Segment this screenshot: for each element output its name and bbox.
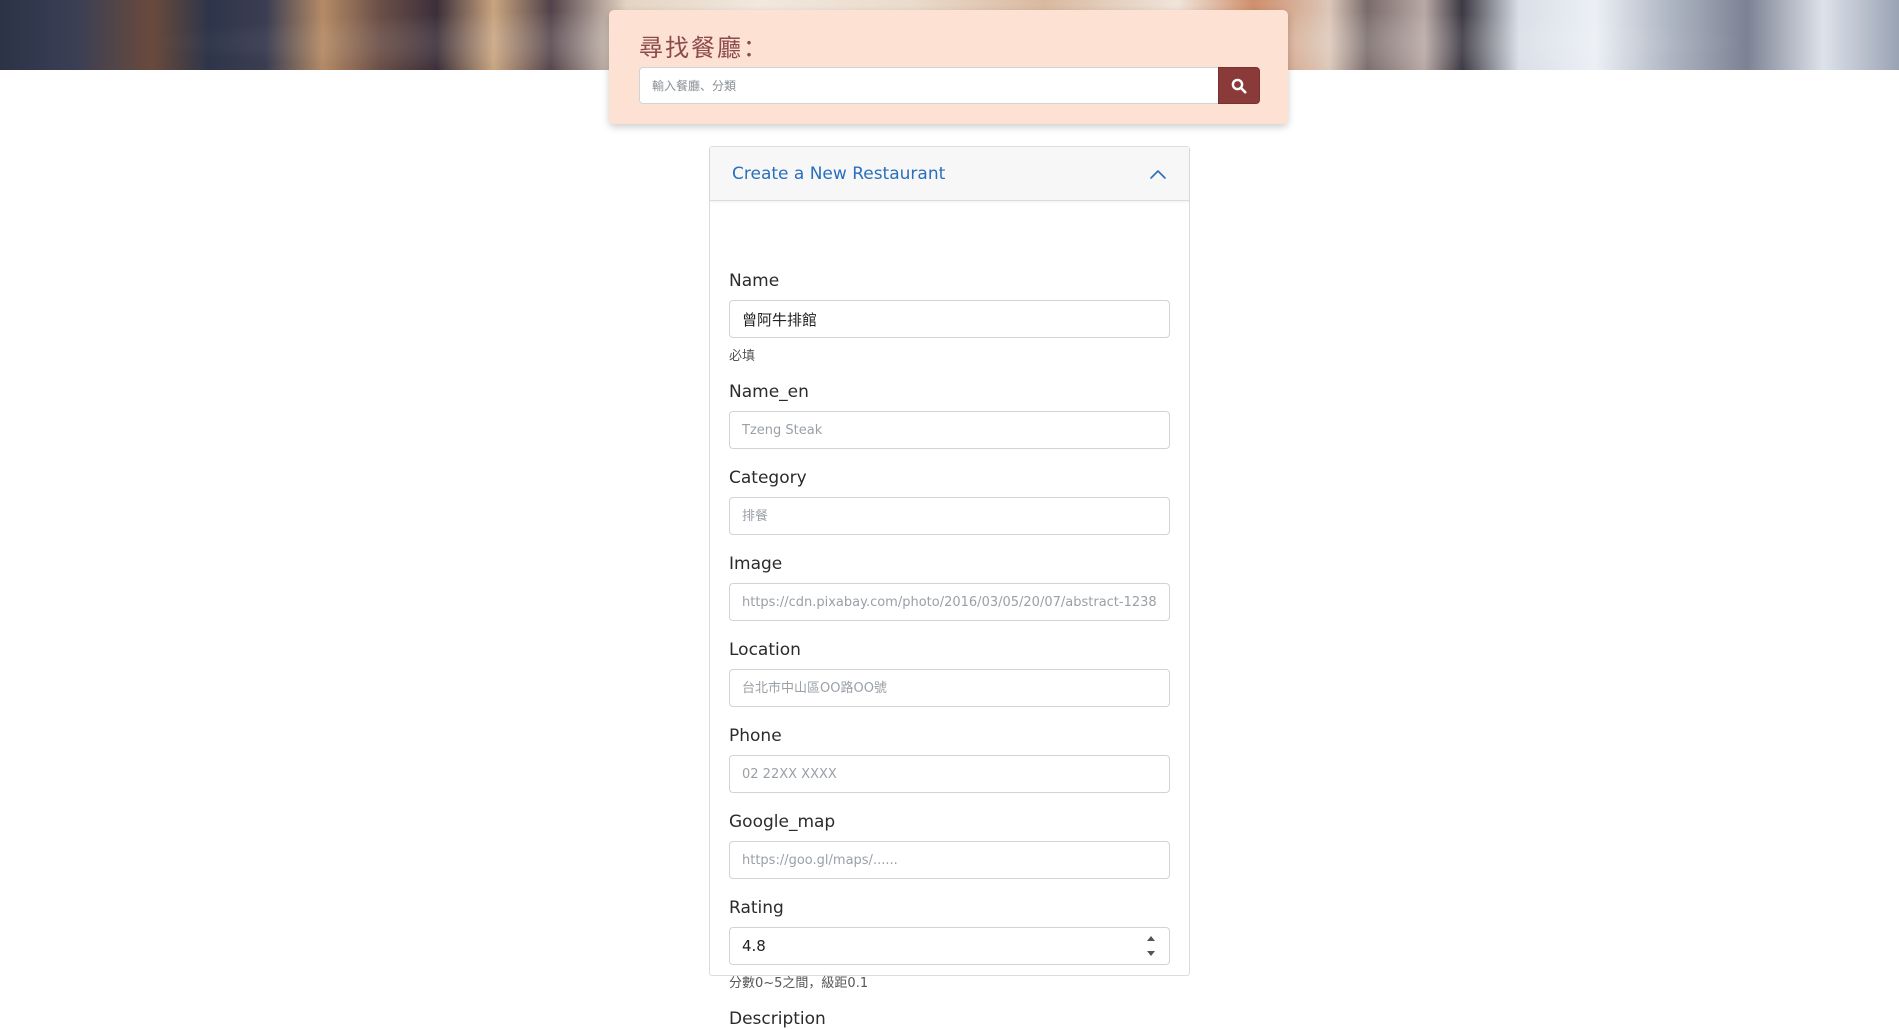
name-en-field[interactable] xyxy=(729,411,1170,449)
spinner-up-icon[interactable] xyxy=(1147,936,1155,941)
create-restaurant-toggle[interactable]: Create a New Restaurant xyxy=(710,147,1189,201)
rating-field[interactable] xyxy=(729,927,1170,965)
name-en-label: Name_en xyxy=(729,382,809,402)
category-field[interactable] xyxy=(729,497,1170,535)
phone-label: Phone xyxy=(729,726,782,746)
create-restaurant-card: Create a New Restaurant Name 必填 Name_en … xyxy=(709,146,1190,1029)
search-title: 尋找餐廳： xyxy=(639,34,769,62)
image-label: Image xyxy=(729,554,783,574)
description-label: Description xyxy=(729,1009,826,1029)
rating-spinner[interactable] xyxy=(1146,936,1156,956)
spinner-down-icon[interactable] xyxy=(1147,951,1155,956)
search-card: 尋找餐廳： xyxy=(609,10,1288,124)
name-field[interactable] xyxy=(729,300,1170,338)
image-url-field[interactable] xyxy=(729,583,1170,621)
rating-label: Rating xyxy=(729,898,784,918)
name-label: Name xyxy=(729,271,780,291)
chevron-up-icon[interactable] xyxy=(1149,168,1167,180)
rating-input-wrapper xyxy=(729,927,1170,965)
category-label: Category xyxy=(729,468,807,488)
google-map-field[interactable] xyxy=(729,841,1170,879)
search-button[interactable] xyxy=(1218,67,1260,104)
name-help-text: 必填 xyxy=(729,349,756,364)
location-label: Location xyxy=(729,640,801,660)
search-input[interactable] xyxy=(639,67,1227,104)
search-icon xyxy=(1231,78,1247,93)
rating-help-text: 分數0~5之間，級距0.1 xyxy=(729,976,869,991)
phone-field[interactable] xyxy=(729,755,1170,793)
google-map-label: Google_map xyxy=(729,812,836,832)
location-field[interactable] xyxy=(729,669,1170,707)
form-header-title: Create a New Restaurant xyxy=(732,163,946,184)
